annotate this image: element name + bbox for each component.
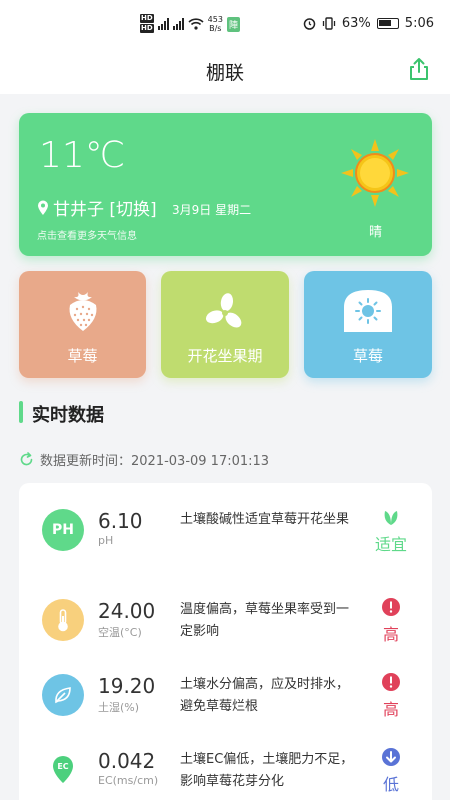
vibrate-icon [322,17,336,30]
reading-status: 高 [382,625,399,644]
hd-label-1: HD [140,14,154,23]
reading-row-ph[interactable]: PH 6.10 pH 土壤酸碱性适宜草莓开花坐果 适宜 [19,505,432,583]
weather-condition: 晴 [369,225,383,240]
soil-moisture-icon [42,674,84,716]
reading-row-ec[interactable]: EC 0.042 EC(ms/cm) 土壤EC偏低，土壤肥力不足，影响草莓花芽分… [19,745,432,800]
status-bar-right: 63% 5:06 [303,16,434,31]
reading-value: 19.20 [98,674,156,698]
flower-icon [205,293,242,328]
thermometer-icon [42,599,84,641]
reading-unit: pH [98,534,114,547]
reading-description: 土壤水分偏高，应及时排水，避免草莓烂根 [180,677,350,714]
clock: 5:06 [404,16,434,31]
arrow-down-icon [382,748,400,766]
location-text: 甘井子 [切换] [53,200,157,220]
section-accent-bar [19,401,23,423]
share-icon[interactable] [406,56,432,82]
status-bar-left: HD HD 453 B/s 陣 [140,14,240,34]
update-time-text: 数据更新时间：2021-03-09 17:01:13 [40,454,270,469]
realtime-data-card: PH 6.10 pH 土壤酸碱性适宜草莓开花坐果 适宜 24.00 空温(°C)… [19,483,432,800]
reading-description: 土壤EC偏低，土壤肥力不足，影响草莓花芽分化 [180,752,354,789]
reading-status: 高 [382,700,399,719]
hd-label-2: HD [140,24,154,33]
alarm-icon [303,18,316,30]
reading-unit: 土湿(%) [98,701,140,714]
app-header: 棚联 [0,50,450,94]
greenhouse-icon [344,290,392,332]
weather-temperature: 11℃ [39,135,126,176]
weather-date: 3月9日 星期二 [172,203,252,217]
section-title: 实时数据 [32,405,104,426]
weather-more-link[interactable]: 点击查看更多天气信息 [37,227,137,242]
reading-unit: EC(ms/cm) [98,774,159,787]
alert-icon [382,673,400,691]
reading-unit: 空温(°C) [98,626,142,639]
tile-label-stage: 开花坐果期 [187,347,263,365]
reading-description: 土壤酸碱性适宜草莓开花坐果 [180,512,350,527]
reading-description: 温度偏高，草莓坐果率受到一定影响 [180,602,350,639]
reading-status: 适宜 [374,535,407,554]
ph-icon: PH [42,509,84,551]
update-time-row: 数据更新时间：2021-03-09 17:01:13 [19,450,269,469]
refresh-icon[interactable] [19,452,34,467]
reading-status: 低 [382,775,399,794]
crop-tile[interactable]: 草莓 [19,271,146,378]
reading-value: 0.042 [98,749,156,773]
growth-stage-tile[interactable]: 开花坐果期 [161,271,289,378]
sun-icon [341,139,409,207]
tile-label-crop: 草莓 [67,347,98,365]
weather-card[interactable]: 11℃ 甘井子 [切换] 3月9日 星期二 点击查看更多天气信息 晴 [19,113,432,256]
alert-icon [382,598,400,616]
leaf-icon [384,511,398,525]
network-speed-value: 453 [207,15,223,24]
signal-icon-2 [172,18,184,30]
wifi-icon [188,18,204,30]
reading-row-soil-moisture[interactable]: 19.20 土湿(%) 土壤水分偏高，应及时排水，避免草莓烂根 高 [19,670,432,748]
strawberry-icon [69,292,96,331]
weather-location[interactable]: 甘井子 [切换] [37,195,157,220]
location-pin-icon [38,200,48,215]
tile-label-greenhouse: 草莓 [352,347,383,365]
network-speed-unit: B/s [209,24,222,33]
status-bar: HD HD 453 B/s 陣 63% 5:06 [0,0,450,50]
greenhouse-tile[interactable]: 草莓 [304,271,432,378]
page-title: 棚联 [205,62,244,84]
reading-value: 24.00 [98,599,156,623]
battery-percent: 63% [341,16,371,31]
reading-row-air-temp[interactable]: 24.00 空温(°C) 温度偏高，草莓坐果率受到一定影响 高 [19,595,432,673]
ec-icon: EC [42,749,84,791]
reading-value: 6.10 [98,509,143,533]
ec-icon-label: EC [57,762,68,771]
network-speed: 453 B/s [208,15,223,33]
app-badge: 陣 [226,16,240,32]
battery-icon [376,18,399,29]
signal-icon [157,18,169,30]
hd-indicator: HD HD [140,14,154,34]
